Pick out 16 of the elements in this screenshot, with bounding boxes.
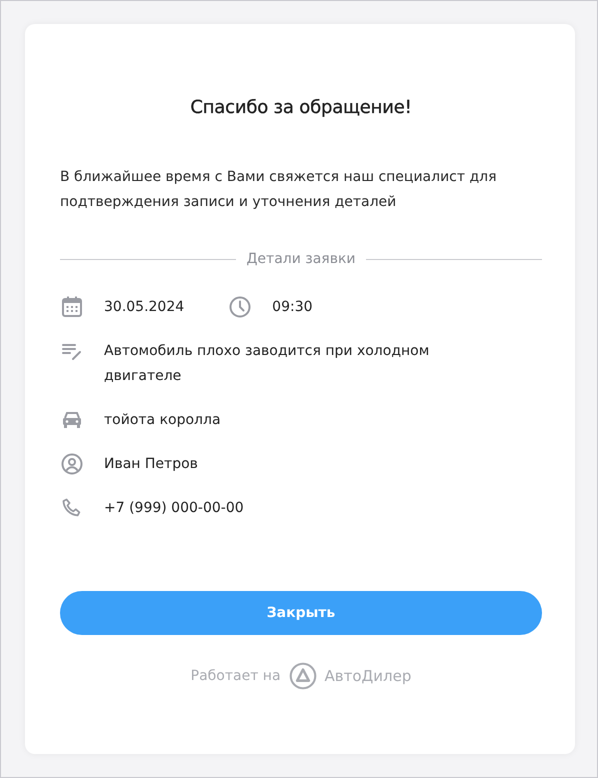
section-label: Детали заявки — [246, 251, 356, 267]
detail-text: 09:30 — [272, 298, 313, 317]
user-icon — [60, 452, 84, 476]
detail-text: +7 (999) 000-00-00 — [104, 499, 244, 518]
detail-text: Автомобиль плохо заводится при холодном двигателе — [104, 342, 430, 386]
calendar-icon — [60, 295, 84, 319]
powered-by-text: Работает на — [190, 668, 281, 684]
detail-text: тойота королла — [104, 411, 221, 430]
clock-icon — [228, 295, 252, 319]
message-text: В ближайшее время с Вами свяжется наш специалист для подтверждения записи и уточнения деталей — [60, 168, 498, 212]
brand-name: АвтоДилер — [324, 667, 412, 685]
detail-text: 30.05.2024 — [104, 298, 184, 317]
logo-icon — [288, 662, 317, 690]
close-button[interactable]: Закрыть — [60, 591, 542, 635]
detail-text: Иван Петров — [104, 455, 198, 474]
dialog-title: Спасибо за обращение! — [189, 96, 413, 120]
